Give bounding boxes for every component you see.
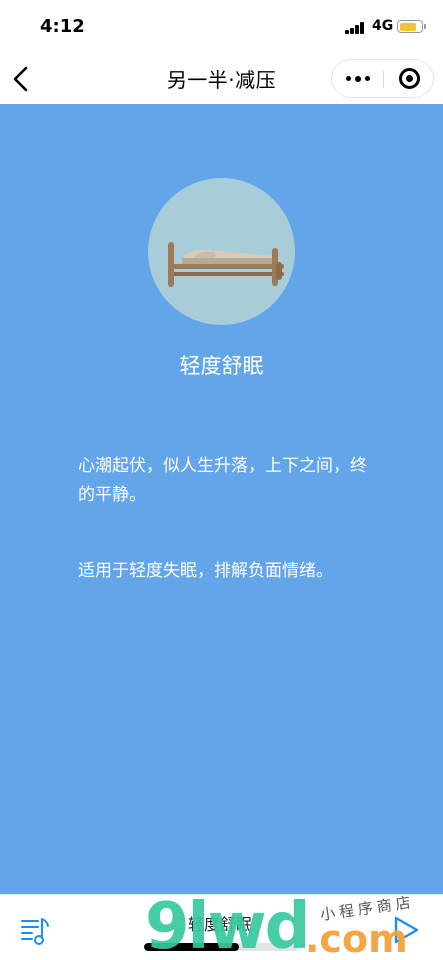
signal-icon	[345, 22, 365, 34]
more-button[interactable]	[332, 60, 383, 97]
navigation-bar: 另一半·减压	[0, 54, 443, 104]
capsule-menu	[331, 59, 434, 98]
play-icon	[394, 916, 419, 944]
progress-bar[interactable]	[144, 943, 298, 951]
scene-title: 轻度舒眠	[179, 354, 264, 378]
track-title: 轻度舒眠	[188, 915, 253, 934]
close-miniprogram-button[interactable]	[384, 60, 434, 97]
status-bar: 4:12 4G	[0, 0, 443, 54]
play-button[interactable]	[392, 915, 420, 945]
playlist-music-icon	[21, 918, 49, 945]
bed-icon	[168, 242, 284, 287]
scene-cover-image	[148, 178, 295, 325]
more-dots-icon	[345, 76, 351, 81]
progress-fill	[144, 943, 240, 951]
status-time: 4:12	[40, 16, 85, 37]
scene-description: 心潮起伏，似人生升落，上下之间，终的平静。	[78, 456, 367, 505]
battery-icon	[397, 20, 426, 33]
playlist-button[interactable]	[20, 915, 52, 947]
scene-panel: 轻度舒眠 心潮起伏，似人生升落，上下之间，终的平静。 适用于轻度失眠，排解负面情…	[0, 104, 443, 894]
audio-player-bar: 轻度舒眠	[0, 894, 443, 960]
target-close-icon	[398, 68, 420, 89]
scene-usage-note: 适用于轻度失眠，排解负面情绪。	[78, 561, 333, 581]
network-type: 4G	[372, 18, 394, 34]
